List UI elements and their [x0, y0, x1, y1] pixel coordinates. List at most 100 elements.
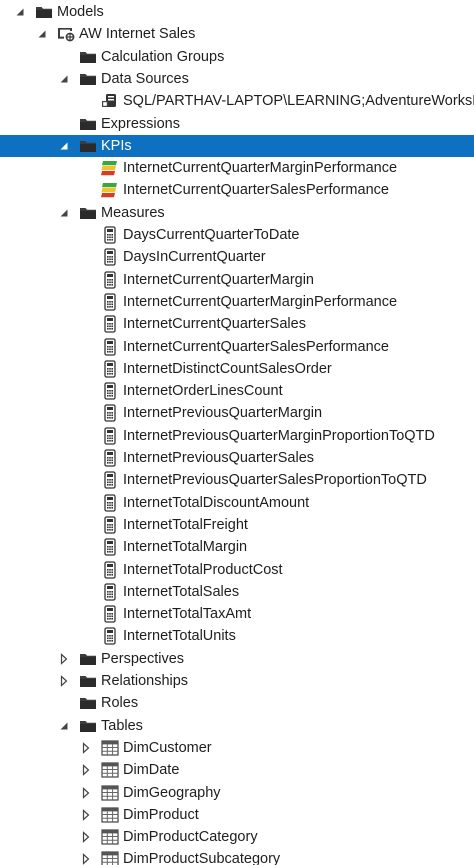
- measure-icon: [100, 560, 120, 579]
- tree-item-internetcurrentquartermargin[interactable]: InternetCurrentQuarterMargin: [0, 269, 474, 291]
- tree-item-measures[interactable]: Measures: [0, 202, 474, 224]
- tree-item-internettotaltaxamt[interactable]: InternetTotalTaxAmt: [0, 603, 474, 625]
- tree-item-label: InternetTotalSales: [123, 583, 240, 600]
- expand-arrow-icon[interactable]: [58, 135, 70, 157]
- tree-item-label: InternetTotalTaxAmt: [123, 606, 252, 623]
- folder-icon: [78, 672, 98, 690]
- table-icon: [100, 784, 120, 802]
- collapse-arrow-icon[interactable]: [80, 759, 92, 781]
- tree-item-internetcurrentquartermarginperformance[interactable]: InternetCurrentQuarterMarginPerformance: [0, 291, 474, 313]
- tree-item-label: DimGeography: [123, 784, 221, 801]
- collapse-arrow-icon[interactable]: [80, 782, 92, 804]
- tree-item-roles[interactable]: Roles: [0, 692, 474, 714]
- tree-item-internettotalmargin[interactable]: InternetTotalMargin: [0, 536, 474, 558]
- tree-item-internetdistinctcountsalesorder[interactable]: InternetDistinctCountSalesOrder: [0, 358, 474, 380]
- tree-item-label: Relationships: [101, 673, 189, 689]
- tree-item-internettotalsales[interactable]: InternetTotalSales: [0, 581, 474, 603]
- collapse-arrow-icon[interactable]: [58, 670, 70, 692]
- expand-arrow-icon[interactable]: [58, 715, 70, 737]
- tree-item-internetpreviousquartersalesproportiontoqtd[interactable]: InternetPreviousQuarterSalesProportionTo…: [0, 469, 474, 491]
- tree-item-label: Roles: [101, 695, 139, 712]
- tree-item-internetcurrentquartersales[interactable]: InternetCurrentQuarterSales: [0, 313, 474, 335]
- tree-item-models[interactable]: Models: [0, 1, 474, 23]
- tree-item-calculation-groups[interactable]: Calculation Groups: [0, 46, 474, 68]
- tree-item-internetpreviousquartermarginproportiontoqtd[interactable]: InternetPreviousQuarterMarginProportionT…: [0, 425, 474, 447]
- tree-item-label: InternetCurrentQuarterSales: [123, 316, 306, 333]
- tree-item-tables[interactable]: Tables: [0, 715, 474, 737]
- table-icon: [100, 739, 120, 757]
- tree-item-label: InternetPreviousQuarterMargin: [123, 405, 323, 422]
- tree-item-label: Models: [57, 4, 104, 20]
- table-icon: [100, 761, 120, 779]
- folder-icon: [78, 650, 98, 668]
- measure-icon: [100, 293, 120, 311]
- collapse-arrow-icon[interactable]: [80, 826, 92, 848]
- tree-item-label: InternetTotalFreight: [123, 516, 248, 533]
- tree-item-dimcustomer[interactable]: DimCustomer: [0, 737, 474, 759]
- tree-item-label: Expressions: [101, 115, 180, 132]
- tree-item-internetorderlinescount[interactable]: InternetOrderLinesCount: [0, 380, 474, 402]
- expand-arrow-icon[interactable]: [58, 202, 70, 224]
- expand-arrow-icon[interactable]: [14, 1, 26, 23]
- measure-icon: [100, 248, 120, 266]
- tree-item-internettotalfreight[interactable]: InternetTotalFreight: [0, 514, 474, 536]
- measure-icon: [100, 226, 120, 244]
- measure-icon: [100, 404, 120, 423]
- datasource-icon: [100, 92, 120, 110]
- tree-item-expressions[interactable]: Expressions: [0, 113, 474, 135]
- tree-item-label: DimDate: [123, 762, 180, 779]
- tree-item-data-sources[interactable]: Data Sources: [0, 68, 474, 90]
- measure-icon: [100, 493, 120, 512]
- tree-item-internetcurrentquartersalesperformance[interactable]: InternetCurrentQuarterSalesPerformance: [0, 336, 474, 358]
- tree-item-label: InternetTotalProductCost: [123, 561, 283, 578]
- tree-item-label: InternetTotalMargin: [123, 539, 248, 556]
- tree-item-label: Measures: [101, 204, 165, 221]
- measure-icon: [100, 627, 120, 646]
- folder-icon: [78, 70, 98, 88]
- expand-arrow-icon[interactable]: [58, 68, 70, 90]
- tree-item-dayscurrentquartertodate[interactable]: DaysCurrentQuarterToDate: [0, 224, 474, 246]
- collapse-arrow-icon[interactable]: [80, 848, 92, 865]
- tree-item-internetpreviousquartermargin[interactable]: InternetPreviousQuarterMargin: [0, 402, 474, 424]
- table-icon: [100, 828, 120, 846]
- folder-icon: [78, 115, 98, 133]
- collapse-arrow-icon[interactable]: [80, 737, 92, 759]
- tree-item-kpis[interactable]: KPIs: [0, 134, 474, 157]
- measure-icon: [100, 538, 120, 556]
- tree-item-dimgeography[interactable]: DimGeography: [0, 782, 474, 804]
- tree-item-internettotalunits[interactable]: InternetTotalUnits: [0, 625, 474, 647]
- tree-item-label: InternetCurrentQuarterMargin: [123, 271, 314, 288]
- tree-item-relationships[interactable]: Relationships: [0, 670, 474, 692]
- measure-icon: [100, 471, 120, 489]
- tree-item-daysincurrentquarter[interactable]: DaysInCurrentQuarter: [0, 246, 474, 268]
- tree-item-label: InternetTotalDiscountAmount: [123, 494, 310, 511]
- tree-item-dimdate[interactable]: DimDate: [0, 759, 474, 781]
- tree-item-label: InternetCurrentQuarterMarginPerformance: [123, 293, 398, 310]
- tree-item-internetpreviousquartersales[interactable]: InternetPreviousQuarterSales: [0, 447, 474, 469]
- tree-item-label: InternetCurrentQuarterSalesPerformance: [123, 182, 389, 199]
- tree-item-sql-parthav-laptop-learning-adventureworksdw[interactable]: SQL/PARTHAV-LAPTOP\LEARNING;AdventureWor…: [0, 90, 474, 112]
- measure-icon: [100, 449, 120, 467]
- tree-item-aw-internet-sales[interactable]: AW Internet Sales: [0, 23, 474, 45]
- tree-item-internettotalproductcost[interactable]: InternetTotalProductCost: [0, 559, 474, 581]
- tree-item-dimproductcategory[interactable]: DimProductCategory: [0, 826, 474, 848]
- tree-item-internettotaldiscountamount[interactable]: InternetTotalDiscountAmount: [0, 492, 474, 514]
- folder-icon: [78, 717, 98, 735]
- tree-item-internetcurrentquartersalesperformance[interactable]: InternetCurrentQuarterSalesPerformance: [0, 179, 474, 201]
- tree-item-perspectives[interactable]: Perspectives: [0, 648, 474, 670]
- folder-icon: [78, 137, 98, 155]
- folder-icon: [78, 694, 98, 712]
- model-icon: [56, 25, 76, 43]
- kpi-icon: [100, 181, 120, 199]
- measure-icon: [100, 583, 120, 601]
- tree-item-label: KPIs: [101, 137, 132, 154]
- measure-icon: [100, 382, 120, 400]
- tree-item-internetcurrentquartermarginperformance[interactable]: InternetCurrentQuarterMarginPerformance: [0, 157, 474, 179]
- collapse-arrow-icon[interactable]: [80, 804, 92, 826]
- tree-item-dimproduct[interactable]: DimProduct: [0, 804, 474, 826]
- collapse-arrow-icon[interactable]: [58, 648, 70, 670]
- tree-item-dimproductsubcategory[interactable]: DimProductSubcategory: [0, 848, 474, 865]
- tree-item-label: InternetOrderLinesCount: [123, 383, 283, 400]
- expand-arrow-icon[interactable]: [36, 23, 48, 45]
- tree-item-label: InternetDistinctCountSalesOrder: [123, 360, 332, 377]
